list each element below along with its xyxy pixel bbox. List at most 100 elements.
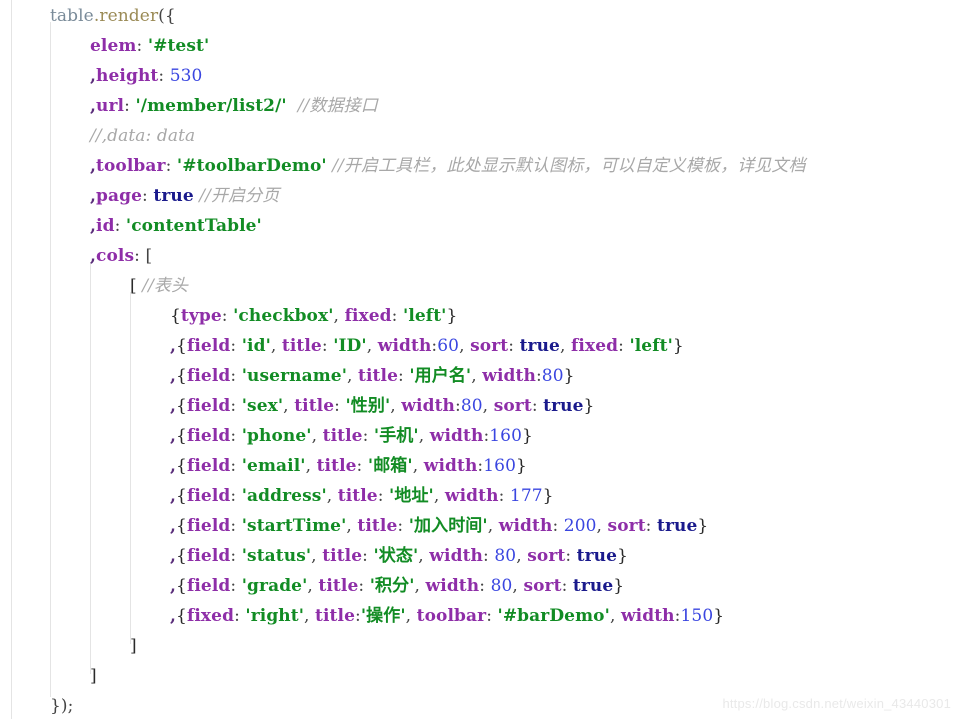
token-punct: : [142, 186, 154, 206]
token-punct: : [397, 366, 410, 386]
code-block[interactable]: table.render({elem: '#test' ,height: 530,… [0, 0, 957, 721]
token-bracket: { [176, 366, 187, 386]
token-punct: : [230, 426, 242, 446]
token-number: 177 [509, 486, 543, 506]
token-punct: : [230, 456, 242, 476]
token-bracket: } [542, 486, 554, 506]
token-bracket: { [176, 486, 187, 506]
token-number: 530 [169, 66, 203, 86]
token-bracket: { [176, 516, 187, 536]
code-line[interactable]: ] [0, 661, 957, 691]
token-key: cols [96, 246, 135, 266]
code-line[interactable]: [ //表头 [0, 271, 957, 301]
token-number: 200 [563, 516, 597, 536]
token-bracket: } [522, 426, 533, 446]
code-line[interactable]: ,id: 'contentTable' [0, 211, 957, 241]
token-string: 'id' [241, 336, 271, 356]
code-line[interactable]: {type: 'checkbox', fixed: 'left'} [0, 301, 957, 331]
token-number: 80 [541, 366, 564, 386]
token-string: 'checkbox' [233, 306, 334, 326]
token-key: fixed [186, 606, 235, 626]
token-bool: true [543, 396, 584, 416]
token-key: height [96, 66, 159, 86]
token-bracket: } [713, 606, 725, 626]
token-key: sort [527, 546, 566, 566]
token-string: '#toolbarDemo' [176, 156, 327, 176]
token-punct: , [418, 546, 430, 566]
token-bracket: { [176, 546, 187, 566]
code-line[interactable]: , {field: 'startTime', title: '加入时间', wid… [0, 511, 957, 541]
token-number: 80 [494, 546, 517, 566]
code-line[interactable]: ,{field: 'email', title: '邮箱', width:160… [0, 451, 957, 481]
token-punct: : [230, 576, 242, 596]
token-punct: , [482, 396, 494, 416]
token-string: 'ID' [333, 336, 367, 356]
token-bool: true [153, 186, 194, 206]
token-key: field [186, 576, 231, 596]
code-line[interactable]: ,cols: [ [0, 241, 957, 271]
token-number: 80 [460, 396, 483, 416]
token-punct: : [618, 336, 630, 356]
token-punct: , [307, 576, 319, 596]
token-string: '地址' [389, 486, 434, 506]
code-line[interactable]: ,{field: 'sex', title: '性别', width:80, s… [0, 391, 957, 421]
token-string: 'email' [241, 456, 306, 476]
token-string: 'sex' [241, 396, 284, 416]
code-line[interactable]: ,{field: 'address', title: '地址', width: … [0, 481, 957, 511]
code-line[interactable]: ,page: true //开启分页 [0, 181, 957, 211]
token-key: title [337, 486, 378, 506]
token-punct: , [433, 486, 445, 506]
token-punct: : [486, 606, 498, 626]
token-string: 'contentTable' [125, 216, 262, 236]
token-obj: table [50, 6, 94, 26]
token-key: sort [523, 576, 562, 596]
code-line[interactable]: ] [0, 631, 957, 661]
token-string: 'startTime' [241, 516, 347, 536]
token-comment: //,data: data [90, 126, 196, 146]
code-line[interactable]: elem: '#test' [0, 31, 957, 61]
token-punct: , [516, 546, 528, 566]
token-string: 'username' [241, 366, 348, 386]
token-punct: : [230, 366, 242, 386]
token-string: '/member/list2/' [135, 96, 287, 116]
token-key: title [318, 576, 359, 596]
token-comment: //开启工具栏，此处显示默认图标，可以自定义模板，详见文档 [332, 156, 806, 176]
token-bracket: } [583, 396, 595, 416]
token-number: 160 [489, 426, 523, 446]
token-key: sort [470, 336, 509, 356]
token-key: field [186, 456, 231, 476]
token-punct: : [552, 516, 564, 536]
token-string: '性别' [345, 396, 391, 416]
token-string: '状态' [373, 546, 419, 566]
token-key: width [444, 486, 499, 506]
code-line[interactable]: , {field: 'status', title: '状态', width: 8… [0, 541, 957, 571]
code-line[interactable]: ,{fixed: 'right', title:'操作', toolbar: '… [0, 601, 957, 631]
token-key: title [322, 426, 363, 446]
token-punct: : [356, 456, 368, 476]
token-number: 150 [680, 606, 714, 626]
code-line[interactable]: ,height: 530 [0, 61, 957, 91]
token-string: 'status' [241, 546, 312, 566]
token-punct: : [362, 546, 374, 566]
token-punct: : [565, 546, 577, 566]
token-key: width [429, 426, 484, 446]
code-line[interactable]: , {field: 'id', title: 'ID', width: 60, so… [0, 331, 957, 361]
token-key: type [180, 306, 222, 326]
token-punct: , [414, 576, 426, 596]
code-line[interactable]: ,url: '/member/list2/' //数据接口 [0, 91, 957, 121]
token-bracket: } [613, 576, 625, 596]
token-punct: , [459, 336, 471, 356]
token-key: elem [90, 36, 137, 56]
token-string: 'grade' [241, 576, 308, 596]
token-bracket: { [176, 606, 187, 626]
token-bracket: } [516, 456, 527, 476]
code-line[interactable]: ,toolbar: '#toolbarDemo' //开启工具栏，此处显示默认图… [0, 151, 957, 181]
code-line[interactable]: //,data: data [0, 121, 957, 151]
token-key: width [482, 366, 536, 386]
code-line[interactable]: ,{field: 'phone', title: '手机', width:160… [0, 421, 957, 451]
code-line[interactable]: , {field: 'grade', title: '积分', width: 80… [0, 571, 957, 601]
code-line[interactable]: ,{field: 'username', title: '用户名', width… [0, 361, 957, 391]
token-key: field [186, 426, 231, 446]
token-bracket: { [176, 426, 187, 446]
code-line[interactable]: table.render({ [0, 1, 957, 31]
